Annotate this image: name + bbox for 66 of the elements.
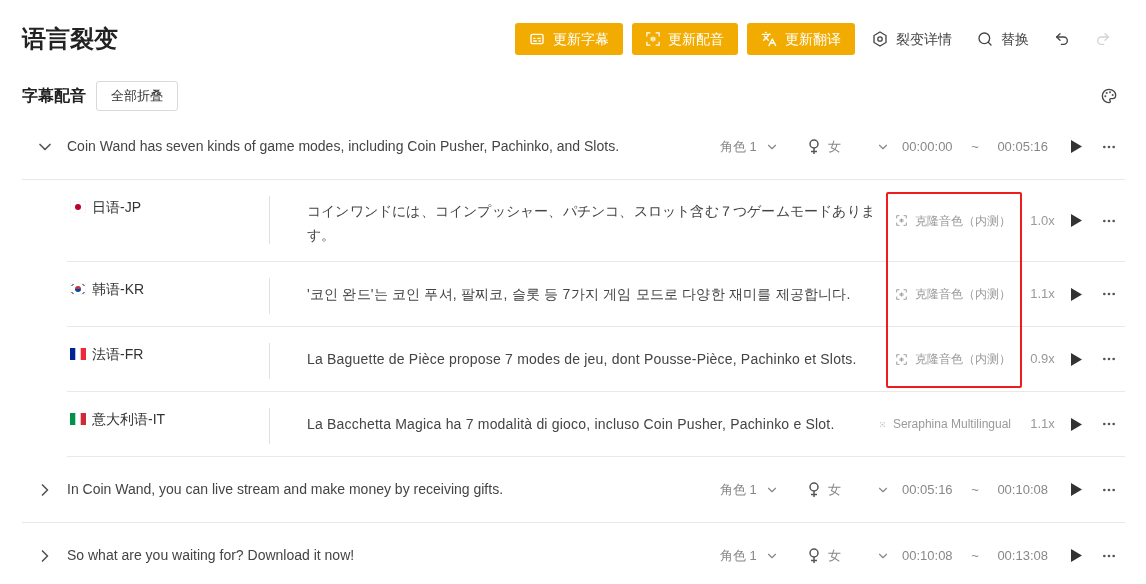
language-label: 法语-FR [92,346,144,362]
end-time: 00:10:08 [997,480,1048,499]
segment-text: In Coin Wand, you can live stream and make money by receiving gifts. [67,480,505,499]
search-icon [977,31,993,47]
flag-icon [70,283,86,295]
flag-icon [70,201,86,213]
female-icon [808,139,820,154]
play-icon[interactable] [1070,549,1082,562]
play-icon[interactable] [1070,417,1082,431]
play-icon[interactable] [1070,287,1082,301]
segment-text: So what are you waiting for? Download it now! [67,546,356,565]
end-time: 00:05:16 [997,137,1048,156]
translation-text: La Baguette de Pièce propose 7 modes de jeu, dont Pousse-Pièce, Pachinko et Slots. [307,350,857,369]
toolbar-link[interactable]: 替换 [969,23,1037,55]
toolbar-button[interactable]: 更新字幕 [515,23,623,55]
gender-select[interactable]: 女 [800,545,900,566]
end-time: 00:13:08 [997,546,1048,565]
gender-select[interactable]: 女 [800,479,900,500]
speed-value[interactable]: 0.9x [1030,349,1055,369]
time-separator: ~ [971,137,979,156]
female-icon [808,548,820,563]
speed-value[interactable]: 1.1x [1030,414,1055,434]
female-icon [808,482,820,497]
translation-text: '코인 완드'는 코인 푸셔, 팔찌코, 슬롯 등 7가지 게임 모드로 다양한 재미를 제공합니다. [307,285,851,304]
segment-text: Coin Wand has seven kinds of game modes, including Coin Pusher, Pachinko, and Slots. [67,137,620,156]
flag-icon [70,413,86,425]
language-label: 意大利语-IT [92,411,166,427]
role-select[interactable]: 角色 1 [720,479,800,500]
role-select[interactable]: 角色 1 [720,136,800,157]
flag-icon [70,348,86,360]
play-icon[interactable] [1070,352,1082,366]
toolbar-button[interactable]: 更新配音 [632,23,738,55]
language-label: 韩语-KR [92,281,145,297]
play-icon[interactable] [1070,483,1082,496]
page-title: 语言裂变 [22,24,119,54]
role-select[interactable]: 角色 1 [720,545,800,566]
translation-text: コインワンドには、コインプッシャー、パチンコ、スロット含む７つゲームモードあります。 [307,202,876,245]
palette-icon[interactable] [1101,88,1117,104]
section-title: 字幕配音 [22,86,86,106]
start-time: 00:05:16 [902,480,953,499]
voice-name[interactable]: Seraphina Multilingual [892,415,1011,433]
settings-icon [872,31,888,47]
subtitles-icon [529,31,545,47]
time-separator: ~ [971,546,979,565]
time-separator: ~ [971,480,979,499]
gender-select[interactable]: 女 [800,136,900,157]
speed-value[interactable]: 1.0x [1030,210,1055,231]
collapse-all-button[interactable]: 全部折叠 [96,81,178,111]
voice-icon [896,353,907,365]
voice-name[interactable]: 克隆音色（内测） [915,211,1011,230]
speed-value[interactable]: 1.1x [1030,284,1055,304]
voice-name[interactable]: 克隆音色（内测） [915,285,1011,303]
toolbar-button[interactable]: 更新翻译 [747,23,855,55]
start-time: 00:10:08 [902,546,953,565]
scan-icon [646,32,660,46]
toolbar-link[interactable]: 裂变详情 [864,23,960,55]
translation-text: La Bacchetta Magica ha 7 modalità di gioco, incluso Coin Pusher, Pachinko e Slot. [307,415,835,434]
undo-icon[interactable] [1054,31,1070,47]
translate-icon [761,31,777,47]
voice-icon [896,288,907,300]
start-time: 00:00:00 [902,137,953,156]
play-icon[interactable] [1070,214,1082,227]
voice-name[interactable]: 克隆音色（内测） [915,350,1011,368]
language-label: 日语-JP [92,199,141,215]
voice-icon [896,215,907,226]
play-icon[interactable] [1070,140,1082,153]
